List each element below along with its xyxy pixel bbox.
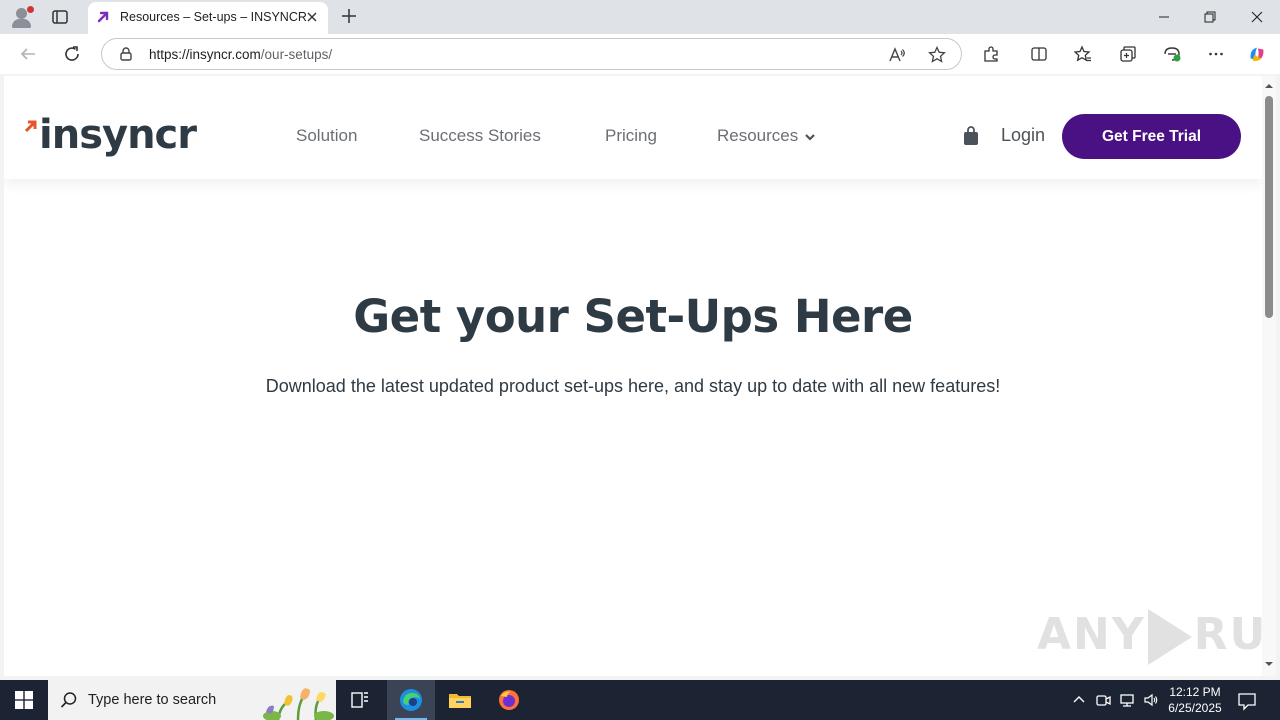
taskbar-clock[interactable]: 12:12 PM 6/25/2025 (1160, 684, 1230, 716)
meet-now-icon[interactable] (1094, 691, 1112, 709)
play-icon (1147, 609, 1192, 665)
browser-toolbar: https://insyncr.com/our-setups/ (0, 34, 1280, 74)
nav-resources-label: Resources (717, 126, 799, 145)
extensions-icon[interactable] (981, 44, 1001, 64)
page-scrollbar[interactable] (1262, 76, 1276, 676)
scroll-up-icon[interactable] (1265, 82, 1273, 90)
network-icon[interactable] (1118, 691, 1136, 709)
clock-time: 12:12 PM (1169, 685, 1221, 699)
page-title: Get your Set-Ups Here (353, 290, 913, 343)
windows-start-icon[interactable] (0, 680, 48, 720)
chevron-down-icon (805, 133, 816, 141)
logo-arrow-icon (24, 120, 37, 133)
show-hidden-icons-chevron-up-icon[interactable] (1070, 691, 1088, 709)
more-options-icon[interactable] (1206, 44, 1226, 64)
read-aloud-icon[interactable] (888, 46, 906, 64)
close-window-icon[interactable] (1234, 0, 1280, 34)
profile-avatar-icon[interactable] (10, 6, 34, 30)
nav-pricing[interactable]: Pricing (605, 126, 657, 146)
firefox-icon[interactable] (485, 680, 533, 720)
edge-taskbar-icon[interactable] (387, 680, 435, 720)
address-bar[interactable]: https://insyncr.com/our-setups/ (101, 38, 962, 70)
file-explorer-icon[interactable] (436, 680, 484, 720)
browser-tab-active[interactable]: Resources – Set-ups – INSYNCR (88, 2, 328, 34)
refresh-icon[interactable] (60, 42, 84, 66)
page-subtitle: Download the latest updated product set-… (265, 376, 1001, 396)
new-tab-icon[interactable] (339, 6, 359, 26)
url-text: https://insyncr.com/our-setups/ (149, 47, 333, 62)
insyncr-favicon-icon (96, 10, 110, 24)
logo-wordmark: insyncr (39, 112, 197, 158)
volume-icon[interactable] (1142, 691, 1160, 709)
notification-center-icon[interactable] (1236, 690, 1258, 712)
page-viewport: insyncr Solution Success Stories Pricing… (4, 76, 1262, 676)
site-header: insyncr Solution Success Stories Pricing… (4, 76, 1262, 179)
search-icon (60, 692, 77, 708)
browser-essentials-icon[interactable] (1162, 44, 1182, 64)
copilot-icon[interactable] (1247, 44, 1267, 64)
windows-taskbar: Type here to search 12:12 PM 6/25/2025 (0, 680, 1280, 720)
favorite-star-icon[interactable] (928, 46, 946, 64)
restore-icon[interactable] (1187, 0, 1233, 34)
task-view-icon[interactable] (336, 680, 384, 720)
nav-success-stories[interactable]: Success Stories (419, 126, 541, 146)
favorites-icon[interactable] (1073, 44, 1093, 64)
insyncr-logo[interactable]: insyncr (24, 112, 197, 158)
shopping-bag-icon[interactable] (962, 126, 980, 146)
scroll-down-icon[interactable] (1265, 660, 1273, 668)
clock-date: 6/25/2025 (1168, 701, 1222, 715)
search-placeholder: Type here to search (88, 692, 217, 708)
scrollbar-thumb[interactable] (1265, 96, 1273, 318)
lock-icon[interactable] (118, 46, 134, 62)
taskbar-search-box[interactable]: Type here to search (48, 680, 336, 720)
close-tab-icon[interactable] (304, 9, 320, 25)
tab-actions-icon[interactable] (50, 7, 70, 27)
split-screen-icon[interactable] (1029, 44, 1049, 64)
login-link[interactable]: Login (1001, 125, 1045, 146)
browser-tab-strip: Resources – Set-ups – INSYNCR (0, 0, 1280, 34)
anyrun-watermark: ANYRUN (1037, 609, 1262, 665)
get-free-trial-button[interactable]: Get Free Trial (1062, 114, 1241, 159)
minimize-icon[interactable] (1141, 0, 1187, 34)
nav-resources[interactable]: Resources (717, 126, 816, 146)
tab-title: Resources – Set-ups – INSYNCR (120, 10, 307, 24)
tulips-search-art-icon (263, 688, 334, 720)
collections-icon[interactable] (1118, 44, 1138, 64)
back-arrow-icon[interactable] (16, 42, 40, 66)
nav-solution[interactable]: Solution (296, 126, 357, 146)
